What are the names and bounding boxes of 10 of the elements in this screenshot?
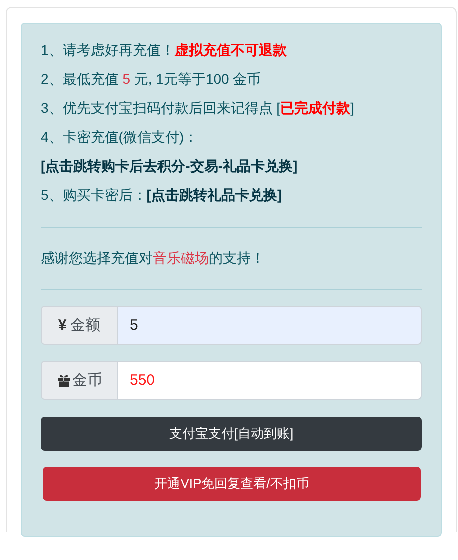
notice-text: 4、卡密充值(微信支付)： [点击跳转购卡后去积分-交易-礼品卡兑换]	[41, 128, 299, 176]
pay-button[interactable]: 支付宝支付[自动到账]	[41, 417, 422, 451]
notice-text: 1、请考虑好再充值！虚拟充值不可退款	[41, 41, 288, 60]
notice-text: 3、优先支付宝扫码付款后回来记得点 [已完成付款]	[41, 99, 356, 118]
notice-text: 2、最低充值 5 元, 1元等于100 金币	[41, 70, 262, 89]
notice-text: 5、购买卡密后：[点击跳转礼品卡兑换]	[41, 186, 284, 205]
link[interactable]: [点击跳转购卡后去积分-交易-礼品卡兑换]	[41, 158, 298, 174]
vip-button[interactable]: 开通VIP免回复查看/不扣币	[43, 467, 421, 501]
link[interactable]: [点击跳转礼品卡兑换]	[146, 187, 282, 203]
thanks-text: 感谢您选择充值对音乐磁场的支持！	[41, 249, 266, 268]
